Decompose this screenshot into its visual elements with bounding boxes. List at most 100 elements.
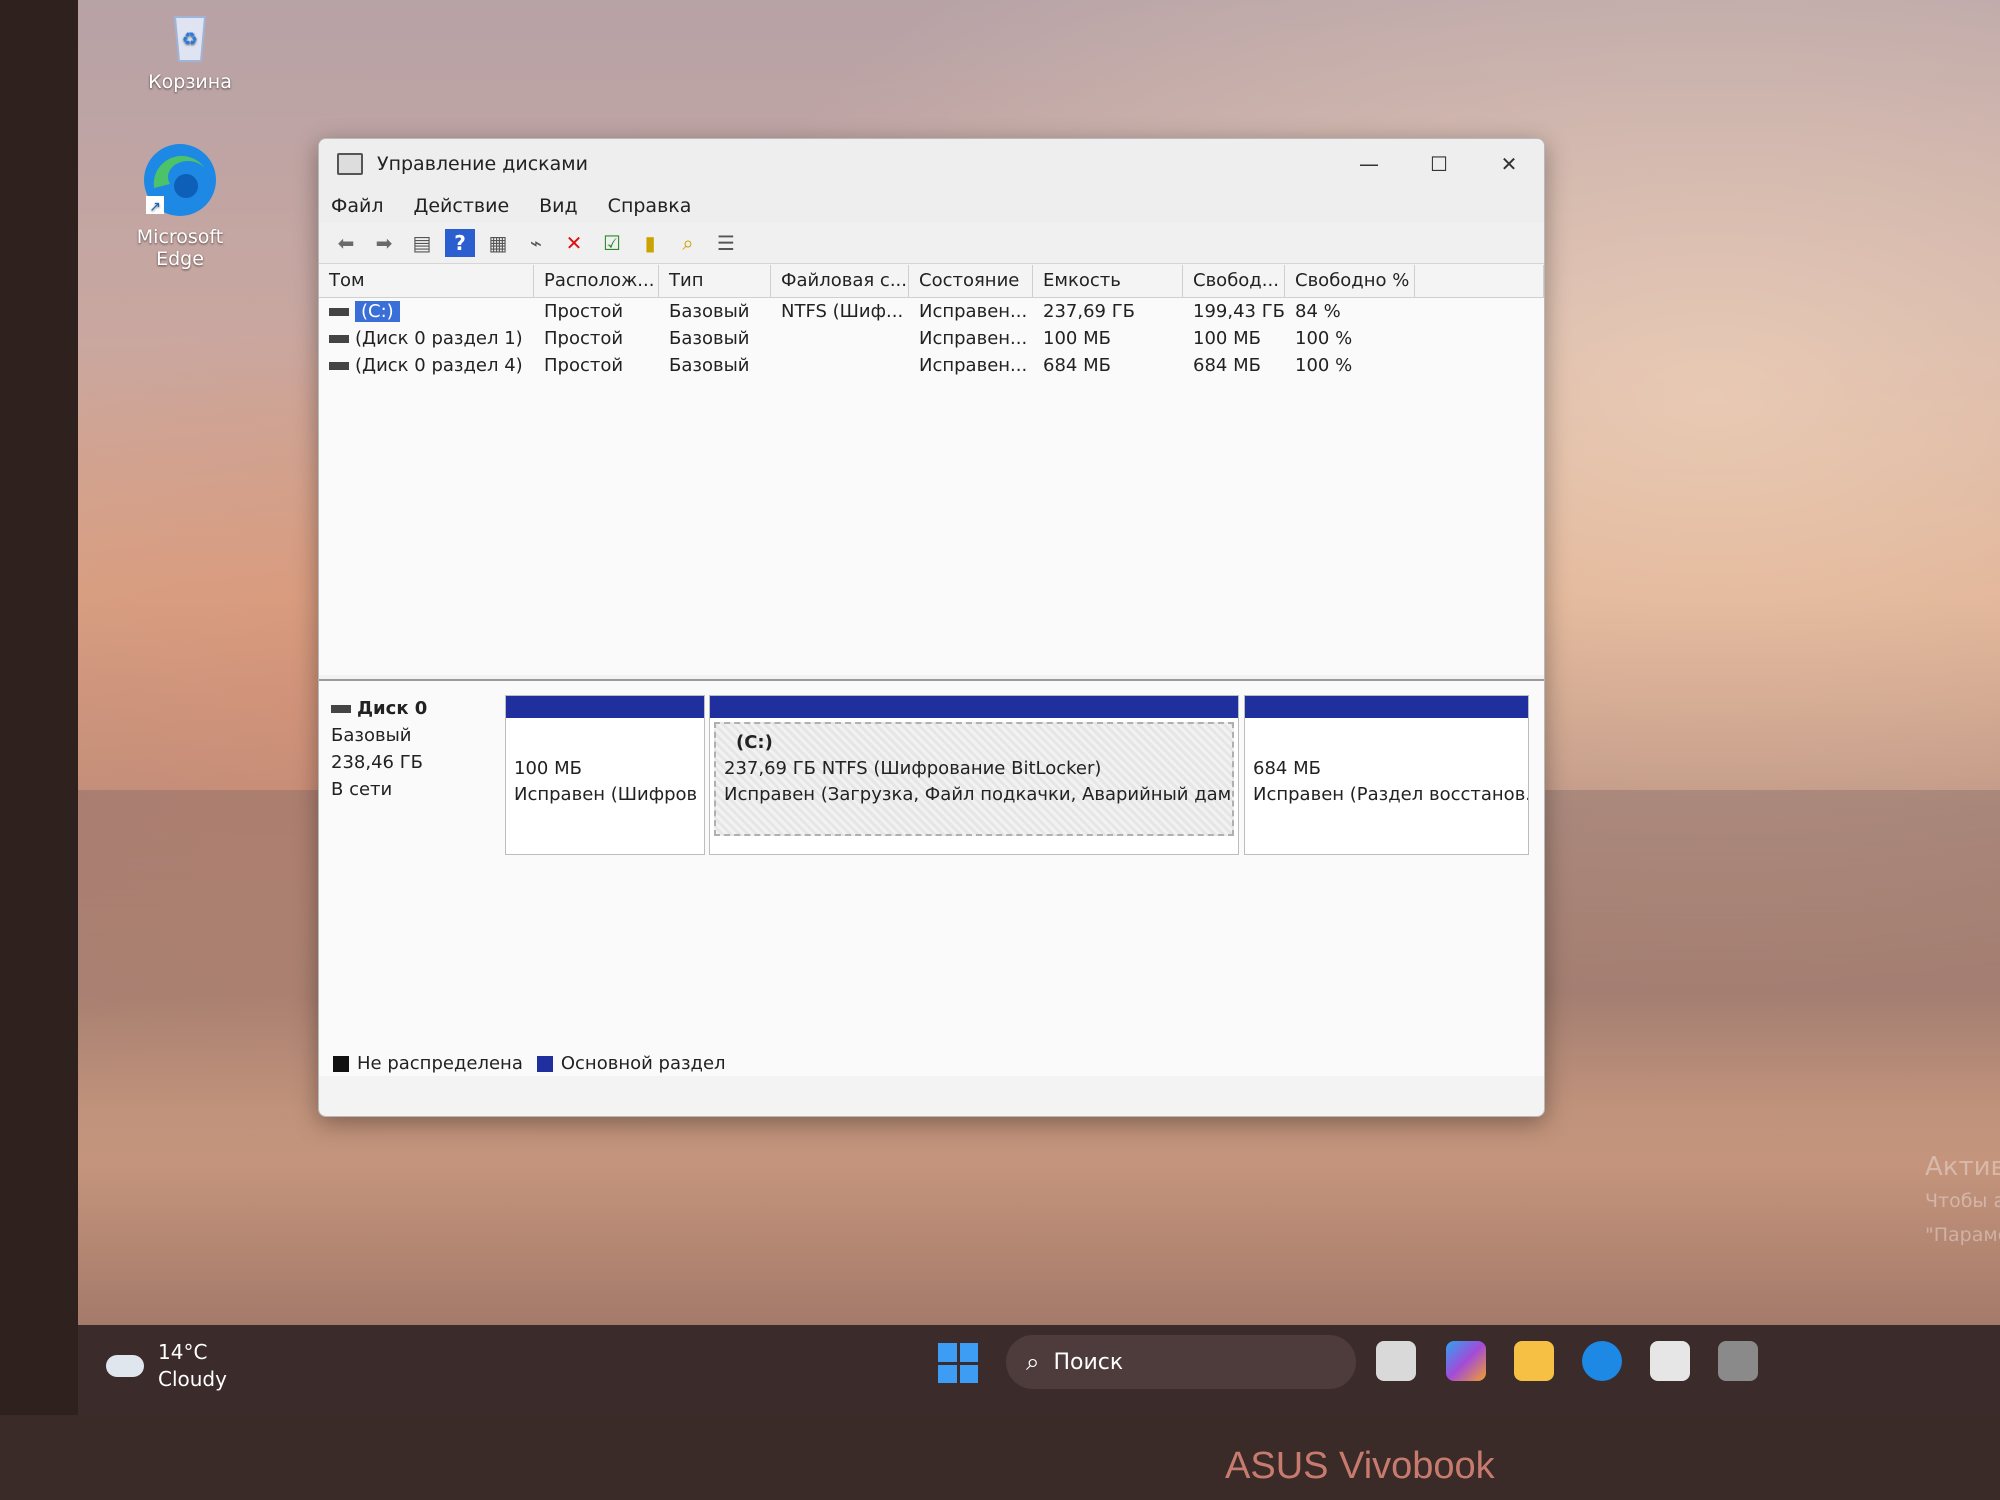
taskbar-search[interactable]: ⌕ Поиск bbox=[1006, 1335, 1356, 1389]
legend-label: Основной раздел bbox=[560, 1053, 726, 1074]
forward-icon[interactable]: ➡ bbox=[369, 229, 399, 257]
svg-text:↗: ↗ bbox=[149, 199, 161, 215]
volume-icon bbox=[329, 362, 349, 370]
menu-action[interactable]: Действие bbox=[414, 195, 510, 217]
volume-layout: Простой bbox=[544, 301, 624, 322]
activation-watermark: Актив Чтобы а "Параме bbox=[1925, 1150, 2000, 1252]
start-button[interactable] bbox=[938, 1343, 978, 1383]
volume-name: (Диск 0 раздел 1) bbox=[355, 328, 523, 349]
column-header-layout[interactable]: Располож... bbox=[534, 265, 659, 297]
disk-management-app-icon bbox=[337, 153, 363, 175]
device-brand: ASUS Vivobook bbox=[1225, 1445, 1495, 1487]
partition-bar bbox=[506, 696, 704, 718]
window-titlebar[interactable]: Управление дисками — ☐ ✕ bbox=[319, 139, 1544, 189]
partition-size: 237,69 ГБ NTFS (Шифрование BitLocker) bbox=[724, 758, 1102, 779]
volume-name: (Диск 0 раздел 4) bbox=[355, 355, 523, 376]
partition-block[interactable]: 100 МБ Исправен (Шифров bbox=[505, 695, 705, 855]
partition-label: (C:) bbox=[736, 732, 773, 753]
column-header-type[interactable]: Тип bbox=[659, 265, 771, 297]
graphical-disk-view: Диск 0 Базовый 238,46 ГБ В сети 100 МБ И… bbox=[319, 679, 1544, 1076]
volume-list-header: Том Располож... Тип Файловая с... Состоя… bbox=[319, 265, 1544, 298]
windows-logo-tile bbox=[938, 1364, 957, 1383]
volume-icon bbox=[329, 335, 349, 343]
file-explorer-icon[interactable] bbox=[1514, 1341, 1554, 1381]
volume-row[interactable]: (C:) Простой Базовый NTFS (Шиф... Исправ… bbox=[319, 298, 1544, 325]
weather-temp: 14°C bbox=[158, 1340, 208, 1364]
column-header-blank bbox=[1415, 265, 1544, 297]
volume-status: Исправен... bbox=[919, 328, 1028, 349]
volume-free-percent: 100 % bbox=[1295, 328, 1353, 349]
menu-file[interactable]: Файл bbox=[331, 195, 384, 217]
column-header-status[interactable]: Состояние bbox=[909, 265, 1033, 297]
weather-widget[interactable]: 14°C Cloudy bbox=[106, 1339, 227, 1393]
desktop-icon-edge[interactable]: ↗ Microsoft Edge bbox=[120, 140, 240, 270]
search-volume-icon[interactable]: ⌕ bbox=[673, 229, 703, 257]
copilot-icon[interactable] bbox=[1446, 1341, 1486, 1381]
volume-row[interactable]: (Диск 0 раздел 1) Простой Базовый Исправ… bbox=[319, 325, 1544, 352]
volume-capacity: 100 МБ bbox=[1043, 328, 1111, 349]
recycle-bin-icon: ♻ bbox=[173, 16, 207, 62]
volume-free-percent: 100 % bbox=[1295, 355, 1353, 376]
column-header-filesystem[interactable]: Файловая с... bbox=[771, 265, 909, 297]
volume-status: Исправен... bbox=[919, 301, 1028, 322]
desktop-icon-label: Microsoft Edge bbox=[136, 226, 224, 270]
back-icon[interactable]: ⬅ bbox=[331, 229, 361, 257]
minimize-button[interactable]: — bbox=[1334, 139, 1404, 189]
task-view-icon[interactable] bbox=[1376, 1341, 1416, 1381]
view-icon[interactable]: ☰ bbox=[711, 229, 741, 257]
disk-info[interactable]: Диск 0 Базовый 238,46 ГБ В сети bbox=[331, 695, 491, 803]
volume-list: Том Располож... Тип Файловая с... Состоя… bbox=[319, 265, 1544, 675]
cloud-icon bbox=[106, 1355, 144, 1377]
store-icon[interactable] bbox=[1650, 1341, 1690, 1381]
partition-status: Исправен (Загрузка, Файл подкачки, Авари… bbox=[724, 784, 1232, 805]
search-icon: ⌕ bbox=[1026, 1348, 1040, 1376]
volume-capacity: 684 МБ bbox=[1043, 355, 1111, 376]
delete-icon[interactable]: ✕ bbox=[559, 229, 589, 257]
check-icon[interactable]: ☑ bbox=[597, 229, 627, 257]
watermark-line: Чтобы а bbox=[1925, 1190, 2000, 1212]
disk-type: Базовый bbox=[331, 725, 412, 746]
volume-layout: Простой bbox=[544, 355, 624, 376]
properties-icon[interactable]: ▦ bbox=[483, 229, 513, 257]
partition-status: Исправен (Раздел восстанов. bbox=[1253, 784, 1528, 805]
disk-name: Диск 0 bbox=[357, 698, 428, 719]
window-title: Управление дисками bbox=[377, 153, 588, 175]
disk-size: 238,46 ГБ bbox=[331, 752, 424, 773]
partition-block-c[interactable]: (C:) 237,69 ГБ NTFS (Шифрование BitLocke… bbox=[709, 695, 1239, 855]
menu-view[interactable]: Вид bbox=[539, 195, 578, 217]
disk-management-taskbar-icon[interactable] bbox=[1718, 1341, 1758, 1381]
help-icon[interactable]: ? bbox=[445, 229, 475, 257]
close-button[interactable]: ✕ bbox=[1474, 139, 1544, 189]
maximize-button[interactable]: ☐ bbox=[1404, 139, 1474, 189]
volume-status: Исправен... bbox=[919, 355, 1028, 376]
column-header-free-percent[interactable]: Свободно % bbox=[1285, 265, 1415, 297]
volume-filesystem bbox=[771, 325, 909, 352]
legend-swatch-unallocated bbox=[333, 1055, 349, 1072]
console-tree-icon[interactable]: ▤ bbox=[407, 229, 437, 257]
partition-status: Исправен (Шифров bbox=[514, 784, 698, 805]
volume-filesystem: NTFS (Шиф... bbox=[781, 301, 904, 322]
edge-icon: ↗ bbox=[144, 144, 216, 216]
volume-free: 684 МБ bbox=[1193, 355, 1261, 376]
volume-name: (C:) bbox=[355, 301, 400, 322]
column-header-free[interactable]: Свобод... bbox=[1183, 265, 1285, 297]
disk-state: В сети bbox=[331, 779, 393, 800]
volume-type: Базовый bbox=[669, 301, 750, 322]
volume-icon bbox=[329, 308, 349, 316]
partition-size: 100 МБ bbox=[514, 758, 582, 779]
edge-taskbar-icon[interactable] bbox=[1582, 1341, 1622, 1381]
partition-block[interactable]: 684 МБ Исправен (Раздел восстанов. bbox=[1244, 695, 1529, 855]
column-header-volume[interactable]: Том bbox=[319, 265, 534, 297]
search-placeholder: Поиск bbox=[1053, 1349, 1124, 1375]
disk-management-window[interactable]: Управление дисками — ☐ ✕ Файл Действие В… bbox=[318, 138, 1545, 1117]
volume-row[interactable]: (Диск 0 раздел 4) Простой Базовый Исправ… bbox=[319, 352, 1544, 379]
desktop-icon-recycle-bin[interactable]: ♻ Корзина bbox=[140, 5, 240, 93]
column-header-capacity[interactable]: Емкость bbox=[1033, 265, 1183, 297]
menu-bar: Файл Действие Вид Справка bbox=[319, 189, 1544, 223]
menu-help[interactable]: Справка bbox=[608, 195, 692, 217]
partition-bar bbox=[1245, 696, 1528, 718]
new-volume-icon[interactable]: ▮ bbox=[635, 229, 665, 257]
disk-icon bbox=[331, 705, 351, 713]
volume-capacity: 237,69 ГБ bbox=[1043, 301, 1136, 322]
connect-icon[interactable]: ⌁ bbox=[521, 229, 551, 257]
